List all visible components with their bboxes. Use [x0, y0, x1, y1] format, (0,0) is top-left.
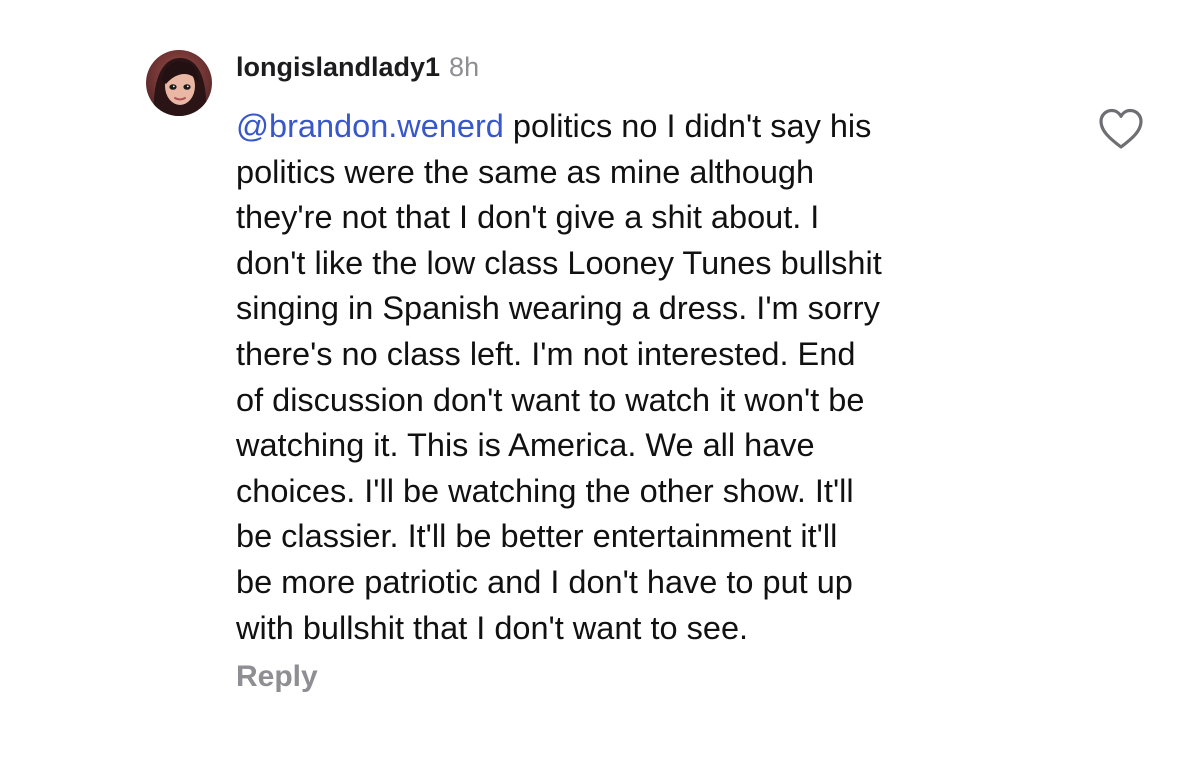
comment-line: there's no class left. I'm not intereste…	[236, 335, 856, 372]
comment-line: of discussion don't want to watch it won…	[236, 381, 865, 418]
comment-line: politics were the same as mine although	[236, 153, 815, 190]
avatar[interactable]	[146, 50, 212, 116]
comment-text: politics no I didn't say his	[503, 108, 872, 144]
timestamp: 8h	[449, 52, 480, 82]
comment-line: singing in Spanish wearing a dress. I'm …	[236, 290, 880, 327]
like-button[interactable]	[1096, 106, 1146, 152]
comment: longislandlady1 8h @brandon.wenerd polit…	[0, 0, 1200, 760]
comment-line: with bullshit that I don't want to see.	[236, 609, 749, 646]
reply-button[interactable]: Reply	[236, 660, 318, 694]
comment-body: @brandon.wenerd politics no I didn't say…	[236, 104, 1056, 651]
comment-line: be more patriotic and I don't have to pu…	[236, 563, 853, 600]
comment-line: be classier. It'll be better entertainme…	[236, 518, 838, 555]
comment-line: @brandon.wenerd politics no I didn't say…	[236, 104, 1056, 150]
comment-line: they're not that I don't give a shit abo…	[236, 199, 820, 236]
comment-line: watching it. This is America. We all hav…	[236, 427, 815, 464]
username[interactable]: longislandlady1	[236, 52, 440, 83]
mention-link[interactable]: @brandon.wenerd	[236, 108, 504, 144]
comment-line: don't like the low class Looney Tunes bu…	[236, 244, 882, 281]
heart-icon	[1099, 108, 1143, 149]
comment-header: longislandlady1 8h	[236, 52, 479, 88]
comment-line: choices. I'll be watching the other show…	[236, 472, 854, 509]
